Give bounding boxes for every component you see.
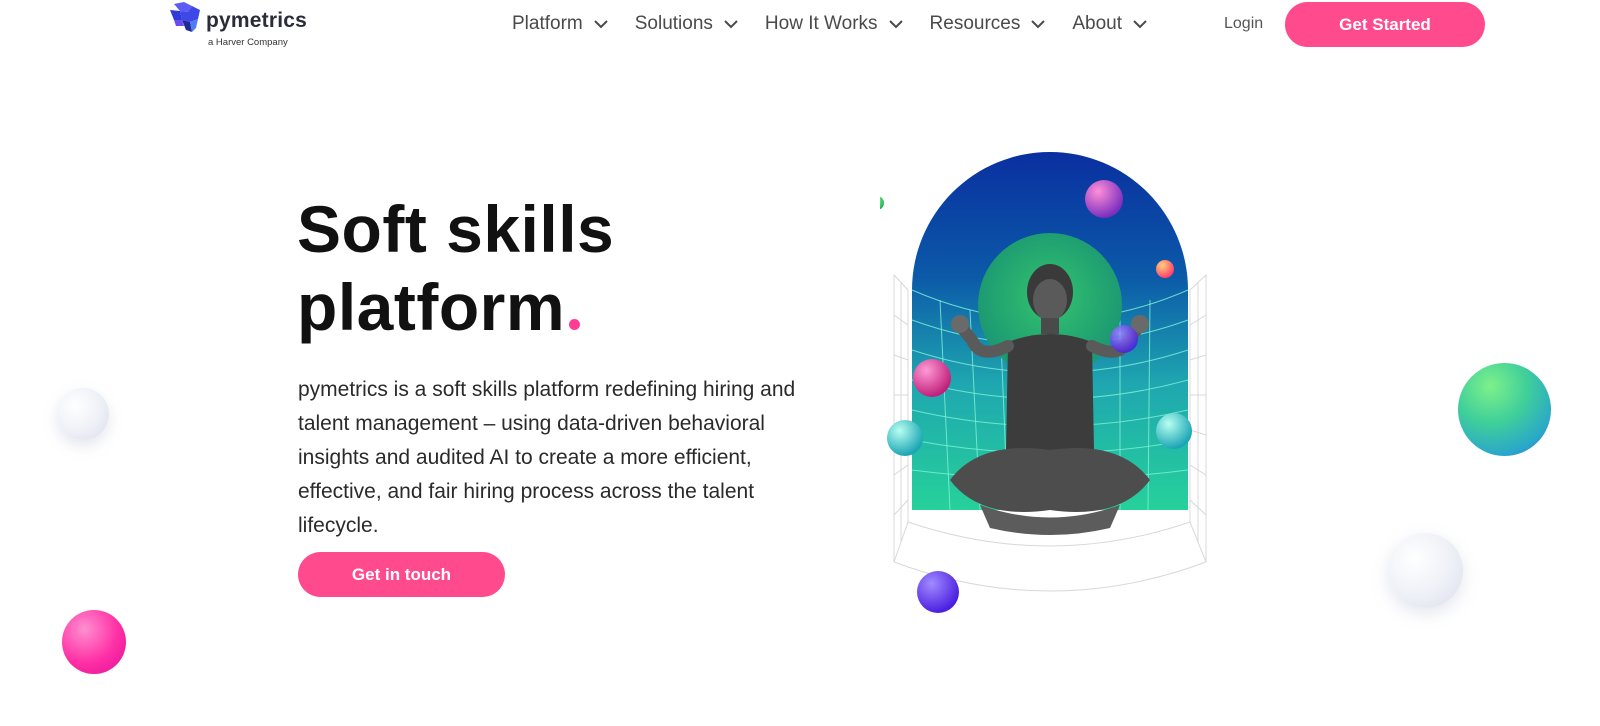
- logo-subtitle: a Harver Company: [208, 37, 288, 48]
- logo-mark-icon: [170, 2, 200, 32]
- nav-label: Resources: [929, 13, 1021, 34]
- hero-title-line1: Soft skills: [297, 192, 615, 266]
- decor-sphere-white-right: [1388, 533, 1463, 608]
- nav-item-solutions[interactable]: Solutions: [635, 10, 738, 38]
- nav-item-platform[interactable]: Platform: [512, 10, 608, 38]
- nav-item-resources[interactable]: Resources: [930, 10, 1046, 38]
- chevron-down-icon: [594, 19, 608, 28]
- get-in-touch-button[interactable]: Get in touch: [298, 552, 505, 597]
- hero-title-line2: platform: [297, 270, 565, 344]
- chevron-down-icon: [1031, 19, 1046, 28]
- login-link[interactable]: Login: [1224, 15, 1263, 33]
- chevron-down-icon: [1133, 19, 1147, 28]
- get-started-button[interactable]: Get Started: [1285, 2, 1485, 47]
- chevron-down-icon: [724, 19, 738, 28]
- pymetrics-logo[interactable]: pymetrics a Harver Company: [170, 2, 320, 48]
- nav-label: Solutions: [634, 13, 713, 34]
- hero-title: Soft skills platform: [297, 190, 614, 346]
- title-accent-dot: [569, 319, 580, 330]
- nav-label: About: [1072, 13, 1123, 34]
- decor-sphere-green-right: [1458, 363, 1551, 456]
- nav-label: Platform: [512, 13, 583, 34]
- hero-illustration: [880, 152, 1207, 613]
- main-nav: Platform Solutions How It Works Resource…: [512, 10, 1174, 38]
- logo-wordmark: pymetrics: [206, 9, 308, 32]
- decor-sphere-pink-left: [62, 610, 126, 674]
- site-header: pymetrics a Harver Company Platform Solu…: [0, 0, 1600, 56]
- decor-sphere-white-left: [57, 388, 109, 440]
- chevron-down-icon: [888, 19, 903, 28]
- nav-item-about[interactable]: About: [1072, 10, 1147, 38]
- nav-label: How It Works: [764, 13, 878, 34]
- nav-item-how-it-works[interactable]: How It Works: [765, 10, 903, 38]
- hero-description: pymetrics is a soft skills platform rede…: [298, 378, 796, 537]
